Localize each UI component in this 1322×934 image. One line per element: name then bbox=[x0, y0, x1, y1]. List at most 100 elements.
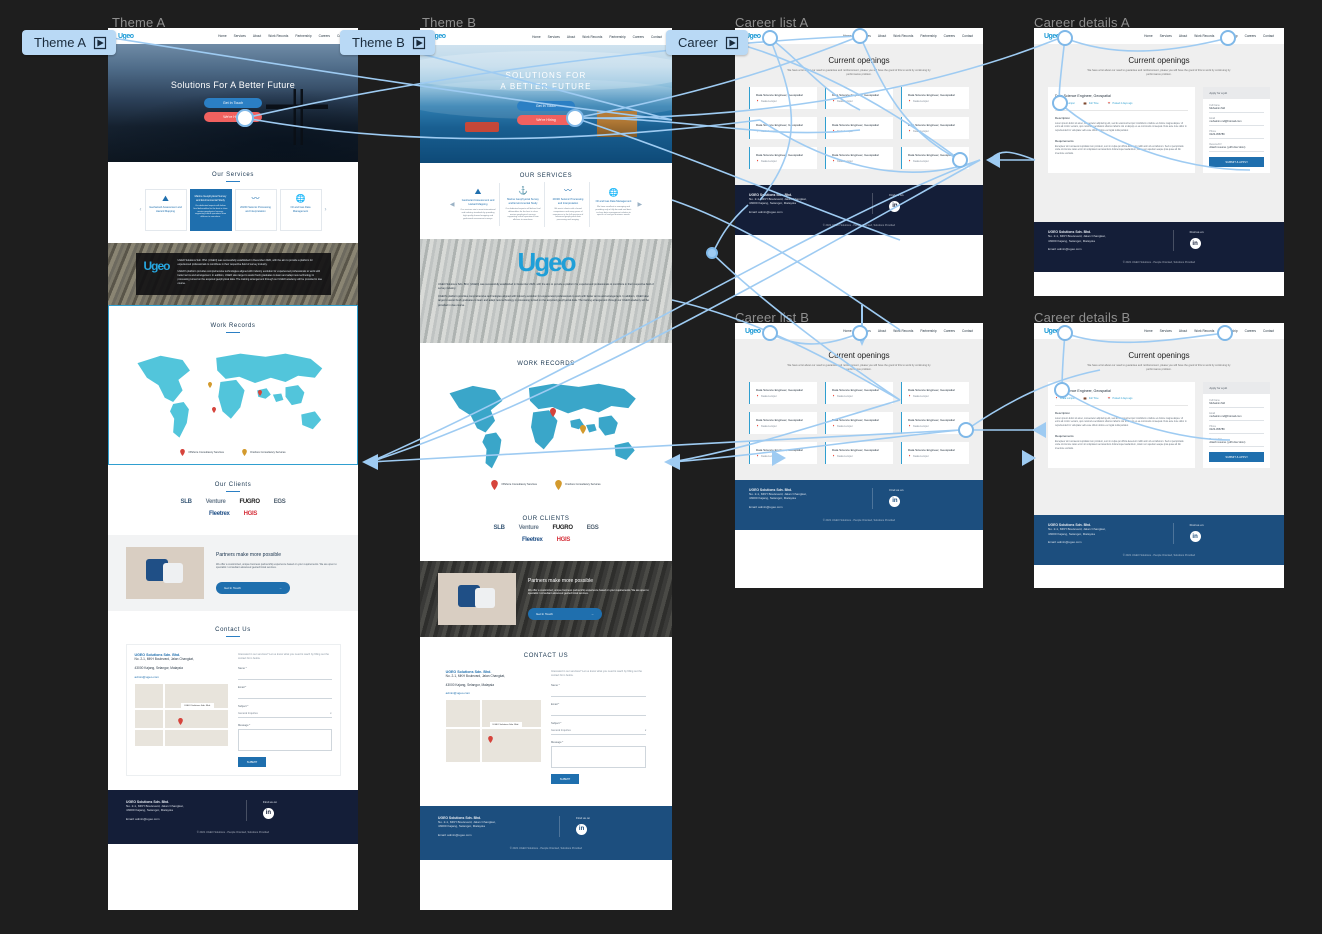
nav-item-about[interactable]: About bbox=[878, 34, 886, 38]
partners-cta-button[interactable]: Get In Touch → bbox=[528, 608, 602, 621]
job-card[interactable]: Data Science Engineer, Geospatial 📍 Kuala … bbox=[749, 86, 817, 109]
partners-cta-button[interactable]: Get In Touch → bbox=[216, 582, 290, 595]
submit-button[interactable]: SUBMIT bbox=[238, 756, 266, 767]
nav-item-partnership[interactable]: Partnership bbox=[295, 34, 311, 38]
subject-select[interactable]: General Inquiries ▾ bbox=[238, 710, 332, 718]
footer-email[interactable]: Email: admin@ugeo.com bbox=[438, 833, 547, 837]
site-nav[interactable]: Ugeo Home Services About Work Records Pa… bbox=[1034, 28, 1284, 44]
nav-item-careers[interactable]: Careers bbox=[1245, 329, 1256, 333]
apply-submit-button[interactable]: SUBMIT & APPLY bbox=[1209, 451, 1264, 462]
nav-item-work-records[interactable]: Work Records bbox=[1194, 34, 1214, 38]
nav-item-work-records[interactable]: Work Records bbox=[268, 34, 288, 38]
nav-item-services[interactable]: Services bbox=[1160, 34, 1172, 38]
fullname-input[interactable]: Muhaimin Md bbox=[1209, 107, 1264, 113]
linkedin-icon[interactable]: in bbox=[262, 807, 274, 819]
nav-item-about[interactable]: About bbox=[253, 34, 261, 38]
hero-accent-button[interactable]: We're Hiring bbox=[517, 114, 575, 125]
job-card[interactable]: Data Science Engineer, Geospatial 📍 Kuala … bbox=[825, 146, 893, 169]
fullname-input[interactable]: Muhaimin Md bbox=[1209, 402, 1264, 408]
footer-email[interactable]: Email: admin@ugeo.com bbox=[1048, 247, 1161, 251]
resume-input[interactable]: Attach resume (.pdf/.doc/.docx) bbox=[1209, 146, 1264, 152]
message-textarea[interactable] bbox=[551, 745, 647, 768]
footer-email[interactable]: Email: admin@ugeo.com bbox=[1048, 540, 1161, 544]
nav-item-home[interactable]: Home bbox=[1144, 329, 1153, 333]
job-card[interactable]: Data Science Engineer, Geospatial 📍 Kuala … bbox=[749, 441, 817, 464]
apply-form-panel[interactable]: Apply for a job Full Name Muhaimin Md Em… bbox=[1203, 381, 1270, 468]
nav-item-home[interactable]: Home bbox=[1144, 34, 1153, 38]
hero-primary-button[interactable]: Get In Touch bbox=[204, 98, 262, 108]
nav-item-about[interactable]: About bbox=[1179, 34, 1187, 38]
nav-item-contact[interactable]: Contact bbox=[962, 329, 973, 333]
site-nav[interactable]: Ugeo Home Services About Work Records Pa… bbox=[108, 28, 358, 44]
job-card[interactable]: Data Science Engineer, Geospatial 📍 Kuala … bbox=[901, 86, 969, 109]
site-nav[interactable]: Ugeo Home Services About Work Records Pa… bbox=[1034, 323, 1284, 339]
nav-item-careers[interactable]: Careers bbox=[319, 34, 330, 38]
nav-item-about[interactable]: About bbox=[878, 329, 886, 333]
email-input[interactable]: muhaimin.md@hotmail.com bbox=[1209, 120, 1264, 126]
nav-item-contact[interactable]: Contact bbox=[651, 35, 662, 39]
email-input[interactable]: muhaimin.md@hotmail.com bbox=[1209, 415, 1264, 421]
nav-item-work-records[interactable]: Work Records bbox=[893, 329, 913, 333]
job-card[interactable]: Data Science Engineer, Geospatial 📍 Kuala … bbox=[749, 411, 817, 434]
job-card[interactable]: Data Science Engineer, Geospatial 📍 Kuala … bbox=[901, 381, 969, 404]
contact-form[interactable]: Interested in our services? Let us know … bbox=[551, 670, 647, 784]
job-card[interactable]: Data Science Engineer, Geospatial 📍 Kuala … bbox=[825, 411, 893, 434]
nav-item-services[interactable]: Services bbox=[859, 329, 871, 333]
contact-email[interactable]: admin@ugeo.com bbox=[446, 691, 541, 695]
flow-start-icon[interactable] bbox=[725, 36, 739, 50]
contact-map[interactable]: UGEO Solutions Sdn. Bhd. bbox=[445, 700, 541, 763]
contact-map[interactable]: UGEO Solutions Sdn. Bhd. bbox=[134, 683, 228, 746]
nav-item-partnership[interactable]: Partnership bbox=[1221, 34, 1237, 38]
service-card[interactable]: 〰 2D/3D Seismic Processing and Interpret… bbox=[547, 182, 590, 228]
job-card[interactable]: Data Science Engineer, Geospatial 📍 Kuala … bbox=[825, 116, 893, 139]
nav-item-careers[interactable]: Careers bbox=[633, 35, 644, 39]
job-card[interactable]: Data Science Engineer, Geospatial 📍 Kuala … bbox=[749, 116, 817, 139]
hero-primary-button[interactable]: Get In Touch bbox=[517, 100, 575, 111]
nav-item-home[interactable]: Home bbox=[532, 35, 541, 39]
email-input[interactable] bbox=[238, 691, 332, 699]
nav-item-about[interactable]: About bbox=[1179, 329, 1187, 333]
nav-item-partnership[interactable]: Partnership bbox=[920, 329, 936, 333]
contact-email[interactable]: admin@ugeo.com bbox=[135, 675, 229, 679]
job-card[interactable]: Data Science Engineer, Geospatial 📍 Kuala … bbox=[749, 381, 817, 404]
site-nav[interactable]: Ugeo Home Services About Work Records Pa… bbox=[735, 28, 983, 44]
site-logo[interactable]: Ugeo bbox=[1044, 33, 1060, 40]
subject-select[interactable]: General Inquiries ▾ bbox=[551, 727, 647, 735]
nav-item-contact[interactable]: Contact bbox=[1263, 329, 1274, 333]
nav-item-services[interactable]: Services bbox=[234, 34, 246, 38]
flow-start-icon[interactable] bbox=[93, 36, 107, 50]
name-input[interactable] bbox=[238, 672, 332, 680]
apply-form-panel[interactable]: Apply for a job Full Name Muhaimin Md Em… bbox=[1203, 86, 1270, 173]
frame-theme-b[interactable]: Ugeo Home Services About Work Records Pa… bbox=[420, 28, 672, 910]
apply-submit-button[interactable]: SUBMIT & APPLY bbox=[1209, 156, 1264, 167]
frame-career-list-b[interactable]: Ugeo Home Services About Work Records Pa… bbox=[735, 323, 983, 588]
nav-item-services[interactable]: Services bbox=[859, 34, 871, 38]
email-input[interactable] bbox=[551, 708, 647, 716]
nav-item-work-records[interactable]: Work Records bbox=[893, 34, 913, 38]
name-input[interactable] bbox=[551, 689, 647, 697]
nav-item-partnership[interactable]: Partnership bbox=[609, 35, 625, 39]
carousel-prev-icon[interactable]: ◀ bbox=[450, 201, 455, 208]
carousel-next-icon[interactable]: › bbox=[325, 207, 327, 213]
nav-item-home[interactable]: Home bbox=[843, 329, 852, 333]
nav-item-work-records[interactable]: Work Records bbox=[1194, 329, 1214, 333]
nav-item-contact[interactable]: Contact bbox=[1263, 34, 1274, 38]
job-card[interactable]: Data Science Engineer, Geospatial 📍 Kuala … bbox=[901, 116, 969, 139]
proto-start-badge-theme-b[interactable]: Theme B bbox=[340, 30, 435, 55]
frame-career-list-a[interactable]: Ugeo Home Services About Work Records Pa… bbox=[735, 28, 983, 296]
nav-item-work-records[interactable]: Work Records bbox=[582, 35, 602, 39]
footer-email[interactable]: Email: admin@ugeo.com bbox=[126, 817, 234, 821]
job-card[interactable]: Data Science Engineer, Geospatial 📍 Kuala … bbox=[901, 411, 969, 434]
submit-button[interactable]: SUBMIT bbox=[551, 773, 579, 784]
nav-item-careers[interactable]: Careers bbox=[1245, 34, 1256, 38]
job-card[interactable]: Data Science Engineer, Geospatial 📍 Kuala … bbox=[825, 86, 893, 109]
service-card[interactable]: 🌐 Oil and Gas Data Management We have ex… bbox=[592, 183, 635, 226]
job-card[interactable]: Data Science Engineer, Geospatial 📍 Kuala … bbox=[901, 441, 969, 464]
contact-form[interactable]: Interested in our services? Let us know … bbox=[238, 653, 332, 767]
nav-item-contact[interactable]: Contact bbox=[962, 34, 973, 38]
job-card[interactable]: Data Science Engineer, Geospatial 📍 Kuala … bbox=[825, 441, 893, 464]
frame-career-details-b[interactable]: Ugeo Home Services About Work Records Pa… bbox=[1034, 323, 1284, 588]
frame-career-details-a[interactable]: Ugeo Home Services About Work Records Pa… bbox=[1034, 28, 1284, 296]
site-logo[interactable]: Ugeo bbox=[1044, 328, 1060, 335]
hero-accent-button[interactable]: We're Hiring bbox=[204, 112, 262, 122]
